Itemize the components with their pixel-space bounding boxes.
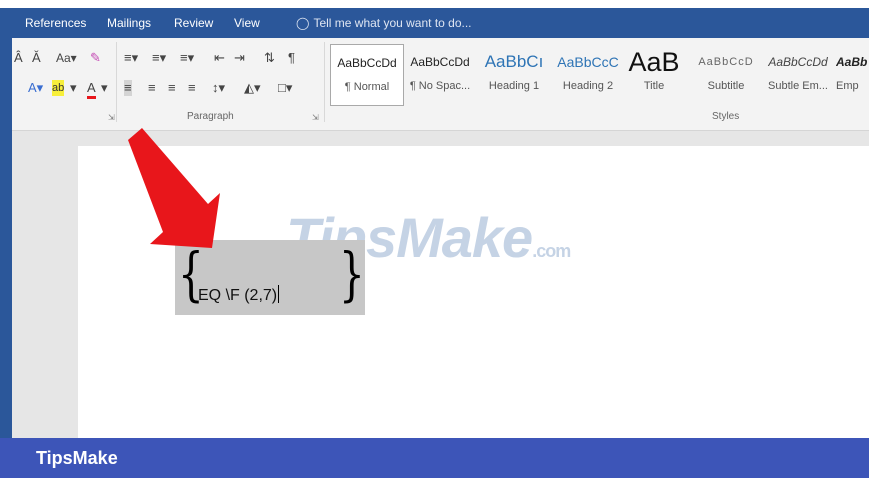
footer-bar: TipsMake xyxy=(0,438,869,478)
word-window: References Mailings Review View ◯ Tell me… xyxy=(0,0,869,478)
footer-brand: TipsMake xyxy=(36,448,118,468)
red-arrow-icon xyxy=(128,128,220,248)
